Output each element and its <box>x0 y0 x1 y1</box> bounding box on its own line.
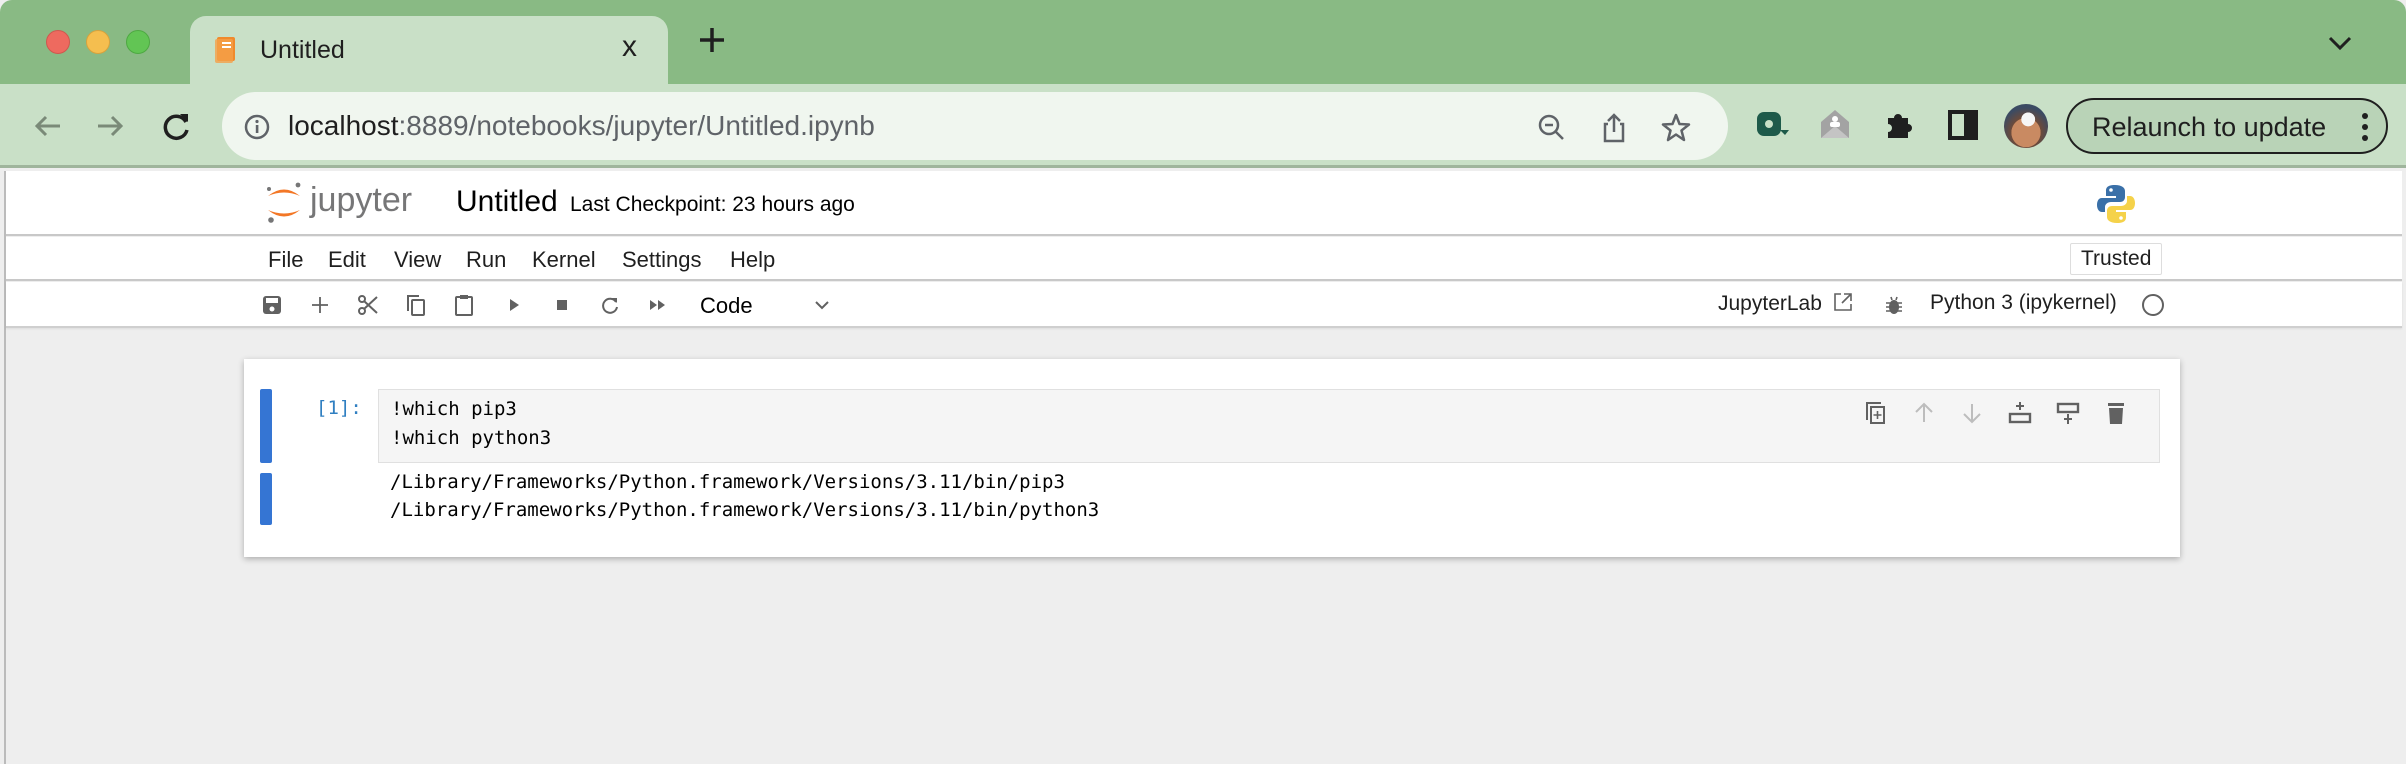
address-bar[interactable]: localhost:8889/notebooks/jupyter/Untitle… <box>222 92 1728 160</box>
interrupt-stop-icon[interactable] <box>550 293 574 317</box>
extension-screencast-icon[interactable] <box>1754 106 1792 144</box>
external-link-icon <box>1833 293 1852 311</box>
menu-kernel[interactable]: Kernel <box>532 247 596 273</box>
reload-icon[interactable] <box>156 106 196 146</box>
code-line: !which python3 <box>391 427 552 449</box>
menu-file[interactable]: File <box>268 247 303 273</box>
notebook-panel: [1]: !which pip3 !which python3 /Library… <box>244 359 2180 557</box>
zoom-out-icon[interactable] <box>1536 112 1568 144</box>
jupyter-notebook-app: jupyter Untitled Last Checkpoint: 23 hou… <box>4 171 2402 764</box>
jupyter-logo[interactable]: jupyter <box>264 179 444 227</box>
notebook-toolbar: Code JupyterLab Python 3 (ipykernel) <box>6 282 2402 328</box>
jupyter-header: jupyter Untitled Last Checkpoint: 23 hou… <box>6 171 2402 236</box>
url-text[interactable]: localhost:8889/notebooks/jupyter/Untitle… <box>288 110 875 142</box>
browser-tab-strip: Untitled x <box>0 0 2406 84</box>
extension-mail-icon[interactable] <box>1816 106 1854 144</box>
profile-avatar[interactable] <box>2004 104 2048 148</box>
menu-kebab-icon[interactable] <box>2362 112 2368 142</box>
menu-view[interactable]: View <box>394 247 441 273</box>
move-cell-up-icon[interactable] <box>1911 400 1937 426</box>
extensions-puzzle-icon[interactable] <box>1880 106 1918 144</box>
window-minimize-button[interactable] <box>86 30 110 54</box>
kernel-idle-status-icon <box>2142 294 2164 316</box>
menu-help[interactable]: Help <box>730 247 775 273</box>
cell-type-select[interactable]: Code <box>696 288 832 322</box>
restart-run-all-fast-forward-icon[interactable] <box>646 293 670 317</box>
debugger-bug-icon[interactable] <box>1882 293 1906 317</box>
cell-type-value: Code <box>700 293 753 318</box>
tab-close-icon[interactable]: x <box>622 30 637 64</box>
tab-search-chevron-icon[interactable] <box>2326 34 2354 52</box>
insert-cell-above-icon[interactable] <box>2007 400 2033 426</box>
restart-kernel-icon[interactable] <box>598 293 622 317</box>
jupyter-logo-text: jupyter <box>309 181 412 219</box>
output-line: /Library/Frameworks/Python.framework/Ver… <box>390 471 1065 493</box>
kernel-name[interactable]: Python 3 (ipykernel) <box>1930 291 2117 315</box>
output-line: /Library/Frameworks/Python.framework/Ver… <box>390 499 1100 521</box>
jupyter-menubar: File Edit View Run Kernel Settings Help … <box>6 237 2402 281</box>
menu-run[interactable]: Run <box>466 247 506 273</box>
window-zoom-button[interactable] <box>126 30 150 54</box>
insert-cell-below-icon[interactable] <box>2055 400 2081 426</box>
window-close-button[interactable] <box>46 30 70 54</box>
insert-cell-plus-icon[interactable] <box>308 293 332 317</box>
delete-cell-trash-icon[interactable] <box>2103 400 2129 426</box>
trusted-badge[interactable]: Trusted <box>2070 243 2163 275</box>
notebook-favicon-icon <box>215 37 235 63</box>
back-icon[interactable] <box>28 106 68 146</box>
menu-edit[interactable]: Edit <box>328 247 366 273</box>
run-cell-play-icon[interactable] <box>502 293 526 317</box>
share-icon[interactable] <box>1598 112 1630 144</box>
duplicate-cell-icon[interactable] <box>1863 400 1889 426</box>
relaunch-to-update-button[interactable]: Relaunch to update <box>2066 98 2388 154</box>
execution-count-prompt: [1]: <box>316 397 362 419</box>
bookmark-star-icon[interactable] <box>1660 112 1692 144</box>
tab-title: Untitled <box>260 36 345 64</box>
browser-toolbar: localhost:8889/notebooks/jupyter/Untitle… <box>0 84 2406 168</box>
paste-clipboard-icon[interactable] <box>452 293 476 317</box>
browser-tab-untitled[interactable]: Untitled x <box>190 16 668 84</box>
cut-scissors-icon[interactable] <box>356 293 380 317</box>
code-cell-editor[interactable]: !which pip3 !which python3 <box>378 389 2160 463</box>
input-collapser[interactable] <box>260 389 272 463</box>
forward-icon[interactable] <box>90 106 130 146</box>
url-path: :8889/notebooks/jupyter/Untitled.ipynb <box>398 110 875 141</box>
last-checkpoint: Last Checkpoint: 23 hours ago <box>570 193 855 216</box>
python-kernel-logo-icon <box>2097 185 2135 223</box>
code-line: !which pip3 <box>391 398 517 420</box>
side-panel-icon[interactable] <box>1944 106 1982 144</box>
open-jupyterlab-link[interactable]: JupyterLab <box>1718 291 1854 316</box>
new-tab-plus-icon[interactable] <box>694 22 730 58</box>
jupyterlab-label: JupyterLab <box>1718 292 1822 315</box>
save-icon[interactable] <box>260 293 284 317</box>
output-collapser[interactable] <box>260 473 272 525</box>
move-cell-down-icon[interactable] <box>1959 400 1985 426</box>
url-host: localhost <box>288 110 399 141</box>
menu-settings[interactable]: Settings <box>622 247 702 273</box>
copy-icon[interactable] <box>404 293 428 317</box>
notebook-title[interactable]: Untitled <box>456 185 558 219</box>
site-info-icon[interactable] <box>244 114 270 140</box>
relaunch-label: Relaunch to update <box>2092 112 2327 142</box>
chevron-down-icon <box>815 301 829 310</box>
